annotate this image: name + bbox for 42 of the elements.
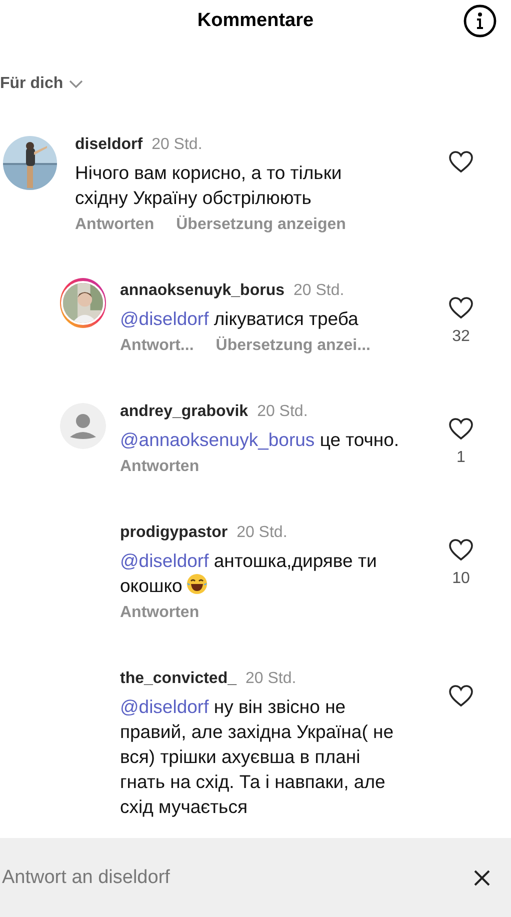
translation-link[interactable]: Übersetzung anzeigen <box>176 216 346 234</box>
reply-link[interactable]: Antworten <box>120 604 200 622</box>
like-count: 32 <box>452 328 470 346</box>
comment-text: @diseldorf лікуватися треба <box>120 307 360 331</box>
chevron-down-icon[interactable] <box>69 79 84 89</box>
comment-text: @annaoksenuyk_borus це точно. <box>120 428 400 452</box>
like-count: 10 <box>452 570 470 588</box>
timestamp: 20 Std. <box>236 524 288 542</box>
timestamp: 20 Std. <box>245 670 296 688</box>
mention-link[interactable]: @diseldorf <box>120 308 209 329</box>
heart-icon[interactable] <box>448 296 474 320</box>
heart-icon[interactable] <box>448 150 474 174</box>
comment-text: @diseldorf ну він звісно не правий, але західна Україна( не вся) трішки ахуєвша в плані гнать на схід. Та і навпаки, але схід мучається <box>120 695 394 819</box>
timestamp: 20 Std. <box>294 282 344 300</box>
heart-icon[interactable] <box>448 684 474 708</box>
reply-link[interactable]: Antworten <box>75 216 154 234</box>
heart-icon[interactable] <box>448 417 474 441</box>
username[interactable]: diseldorf <box>75 136 143 154</box>
screen-title: Kommentare <box>197 10 314 32</box>
reply-link[interactable]: Antwort... <box>120 337 194 355</box>
close-icon[interactable] <box>473 868 491 886</box>
username[interactable]: andrey_grabovik <box>120 403 248 421</box>
comment-text: Нічого вам корисно, а то тільки східну Україну обстрілюють <box>75 161 343 210</box>
sort-dropdown[interactable]: Für dich <box>0 75 64 93</box>
story-ring[interactable] <box>60 278 106 328</box>
reply-input[interactable]: Antwort an diseldorf <box>2 866 382 888</box>
laughing-emoji-icon <box>186 573 208 595</box>
comment-text: @diseldorf антошка,диряве ти окошко <box>120 549 378 598</box>
timestamp: 20 Std. <box>152 136 202 154</box>
like-count: 1 <box>456 449 466 467</box>
mention-link[interactable]: @diseldorf <box>120 550 209 571</box>
timestamp: 20 Std. <box>257 403 308 421</box>
heart-icon[interactable] <box>448 538 474 562</box>
info-icon[interactable] <box>463 4 497 38</box>
username[interactable]: the_convicted_ <box>120 670 236 688</box>
default-avatar-icon <box>60 403 106 449</box>
translation-link[interactable]: Übersetzung anzei... <box>216 337 370 355</box>
reply-link[interactable]: Antworten <box>120 458 200 476</box>
username[interactable]: annaoksenuyk_borus <box>120 282 284 300</box>
mention-link[interactable]: @annaoksenuyk_borus <box>120 429 315 450</box>
username[interactable]: prodigypastor <box>120 524 228 542</box>
mention-link[interactable]: @diseldorf <box>120 696 209 717</box>
